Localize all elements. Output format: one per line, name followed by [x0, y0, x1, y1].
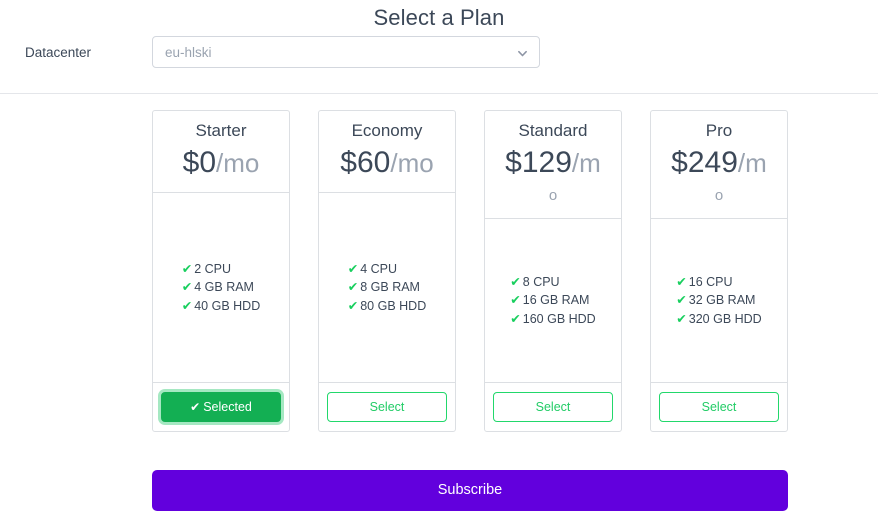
list-item: ✔4 GB RAM [182, 278, 260, 297]
feature-label: 320 GB HDD [689, 312, 762, 326]
check-icon: ✔ [510, 293, 520, 307]
feature-list: ✔16 CPU ✔32 GB RAM ✔320 GB HDD [676, 273, 761, 329]
plan-card-pro[interactable]: Pro $249/m o ✔16 CPU ✔32 GB RAM ✔320 GB … [650, 110, 788, 432]
check-icon: ✔ [182, 299, 192, 313]
plan-name: Economy [325, 119, 449, 143]
plan-footer: ✔Selected [153, 383, 289, 431]
check-icon: ✔ [510, 275, 520, 289]
select-plan-button-economy[interactable]: Select [327, 392, 447, 422]
list-item: ✔40 GB HDD [182, 297, 260, 316]
plan-price-amount: $249 [671, 146, 738, 179]
list-item: ✔160 GB HDD [510, 310, 595, 329]
chevron-down-icon [517, 48, 528, 59]
check-icon: ✔ [348, 299, 358, 313]
plan-header: Standard $129/m o [485, 111, 621, 219]
datacenter-select[interactable]: eu-hlski [152, 36, 540, 68]
plan-header: Economy $60/mo [319, 111, 455, 193]
plan-price-period: /m [738, 148, 767, 178]
feature-label: 4 CPU [360, 262, 397, 276]
plan-price-amount: $0 [183, 146, 216, 179]
check-icon: ✔ [676, 293, 686, 307]
plan-price: $60/mo [325, 144, 449, 182]
feature-label: 160 GB HDD [523, 312, 596, 326]
feature-label: 8 CPU [523, 275, 560, 289]
check-icon: ✔ [510, 312, 520, 326]
plan-price-period: /mo [216, 148, 259, 178]
plan-price-period: /m [572, 148, 601, 178]
feature-label: 40 GB HDD [194, 299, 260, 313]
datacenter-field-row: Datacenter eu-hlski [0, 36, 878, 70]
datacenter-select-value: eu-hlski [165, 44, 212, 62]
datacenter-label: Datacenter [25, 43, 91, 63]
select-plan-button-starter[interactable]: ✔Selected [161, 392, 281, 422]
plan-price-amount: $60 [340, 146, 390, 179]
plan-card-economy[interactable]: Economy $60/mo ✔4 CPU ✔8 GB RAM ✔80 GB H… [318, 110, 456, 432]
list-item: ✔8 GB RAM [348, 278, 426, 297]
plan-header: Starter $0/mo [153, 111, 289, 193]
plan-footer: Select [485, 383, 621, 431]
plan-body: ✔4 CPU ✔8 GB RAM ✔80 GB HDD [319, 193, 455, 383]
plan-price: $249/m o [657, 144, 781, 208]
plan-price-period-overflow: o [491, 184, 615, 208]
subscribe-button[interactable]: Subscribe [152, 470, 788, 511]
plan-price: $0/mo [159, 144, 283, 182]
select-plan-button-pro[interactable]: Select [659, 392, 779, 422]
plan-body: ✔2 CPU ✔4 GB RAM ✔40 GB HDD [153, 193, 289, 383]
list-item: ✔80 GB HDD [348, 297, 426, 316]
plan-footer: Select [651, 383, 787, 431]
plan-price: $129/m o [491, 144, 615, 208]
check-icon: ✔ [190, 400, 200, 414]
plan-name: Pro [657, 119, 781, 143]
check-icon: ✔ [348, 280, 358, 294]
plan-body: ✔8 CPU ✔16 GB RAM ✔160 GB HDD [485, 219, 621, 383]
feature-list: ✔2 CPU ✔4 GB RAM ✔40 GB HDD [182, 260, 260, 316]
feature-label: 16 GB RAM [523, 293, 590, 307]
list-item: ✔16 GB RAM [510, 291, 595, 310]
feature-list: ✔4 CPU ✔8 GB RAM ✔80 GB HDD [348, 260, 426, 316]
plan-card-list: Starter $0/mo ✔2 CPU ✔4 GB RAM ✔40 GB HD… [152, 110, 788, 432]
plan-price-amount: $129 [505, 146, 572, 179]
plan-price-period: /mo [390, 148, 433, 178]
plan-footer: Select [319, 383, 455, 431]
plan-body: ✔16 CPU ✔32 GB RAM ✔320 GB HDD [651, 219, 787, 383]
plan-card-standard[interactable]: Standard $129/m o ✔8 CPU ✔16 GB RAM ✔160… [484, 110, 622, 432]
feature-label: 8 GB RAM [360, 280, 420, 294]
plan-header: Pro $249/m o [651, 111, 787, 219]
check-icon: ✔ [182, 262, 192, 276]
list-item: ✔4 CPU [348, 260, 426, 279]
feature-label: 2 CPU [194, 262, 231, 276]
list-item: ✔16 CPU [676, 273, 761, 292]
plan-price-period-overflow: o [657, 184, 781, 208]
feature-label: 32 GB RAM [689, 293, 756, 307]
feature-label: 16 CPU [689, 275, 733, 289]
list-item: ✔2 CPU [182, 260, 260, 279]
check-icon: ✔ [676, 275, 686, 289]
list-item: ✔8 CPU [510, 273, 595, 292]
select-plan-button-standard[interactable]: Select [493, 392, 613, 422]
check-icon: ✔ [182, 280, 192, 294]
feature-label: 4 GB RAM [194, 280, 254, 294]
plan-name: Standard [491, 119, 615, 143]
check-icon: ✔ [348, 262, 358, 276]
select-plan-button-label: Selected [203, 400, 252, 414]
header-divider [0, 93, 878, 94]
plan-name: Starter [159, 119, 283, 143]
list-item: ✔320 GB HDD [676, 310, 761, 329]
page-title: Select a Plan [0, 0, 878, 32]
feature-label: 80 GB HDD [360, 299, 426, 313]
list-item: ✔32 GB RAM [676, 291, 761, 310]
feature-list: ✔8 CPU ✔16 GB RAM ✔160 GB HDD [510, 273, 595, 329]
check-icon: ✔ [676, 312, 686, 326]
plan-card-starter[interactable]: Starter $0/mo ✔2 CPU ✔4 GB RAM ✔40 GB HD… [152, 110, 290, 432]
